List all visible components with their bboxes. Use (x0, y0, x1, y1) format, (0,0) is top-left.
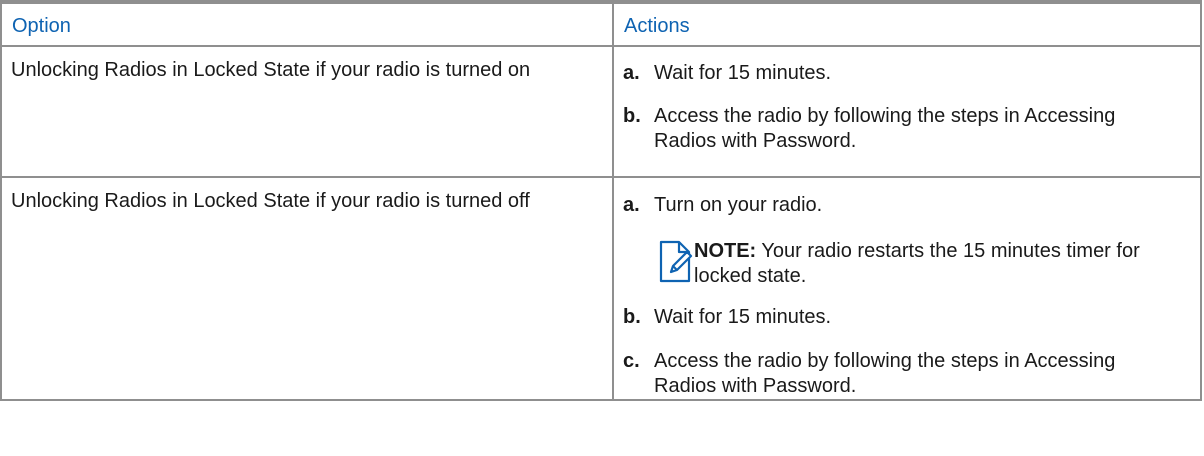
note-icon (659, 240, 693, 283)
step-letter: c. (623, 350, 640, 372)
step-letter: a. (623, 62, 640, 84)
actions-cell: a. Turn on your radio. NOTE: Your radio … (612, 176, 1202, 401)
option-column-header: Option (0, 0, 614, 47)
options-table: Option Actions Unlocking Radios in Locke… (0, 0, 1202, 401)
step-text: Turn on your radio. (654, 194, 823, 216)
step-item: b. Wait for 15 minutes. (614, 305, 1200, 330)
actions-column-header: Actions (612, 0, 1202, 47)
step-item: b. Access the radio by following the ste… (614, 104, 1200, 154)
step-letter: b. (623, 105, 641, 127)
step-letter: a. (623, 194, 640, 216)
step-item: a. Wait for 15 minutes. (614, 61, 1200, 86)
table-row: Unlocking Radios in Locked State if your… (0, 176, 1202, 401)
note-text: Your radio restarts the 15 minutes timer… (694, 240, 1140, 287)
table-row: Unlocking Radios in Locked State if your… (0, 45, 1202, 178)
step-text: Wait for 15 minutes. (654, 306, 832, 328)
table-header-row: Option Actions (0, 0, 1202, 47)
option-cell: Unlocking Radios in Locked State if your… (0, 45, 614, 178)
actions-cell: a. Wait for 15 minutes. b. Access the ra… (612, 45, 1202, 178)
option-cell: Unlocking Radios in Locked State if your… (0, 176, 614, 401)
step-text: Access the radio by following the steps … (654, 350, 1116, 397)
step-text: Wait for 15 minutes. (654, 62, 832, 84)
step-item: a. Turn on your radio. (614, 193, 1200, 218)
step-text: Access the radio by following the steps … (654, 105, 1116, 152)
note-label: NOTE: (694, 240, 757, 262)
step-item: c. Access the radio by following the ste… (614, 349, 1200, 399)
step-letter: b. (623, 306, 641, 328)
note-block: NOTE: Your radio restarts the 15 minutes… (614, 239, 1200, 289)
